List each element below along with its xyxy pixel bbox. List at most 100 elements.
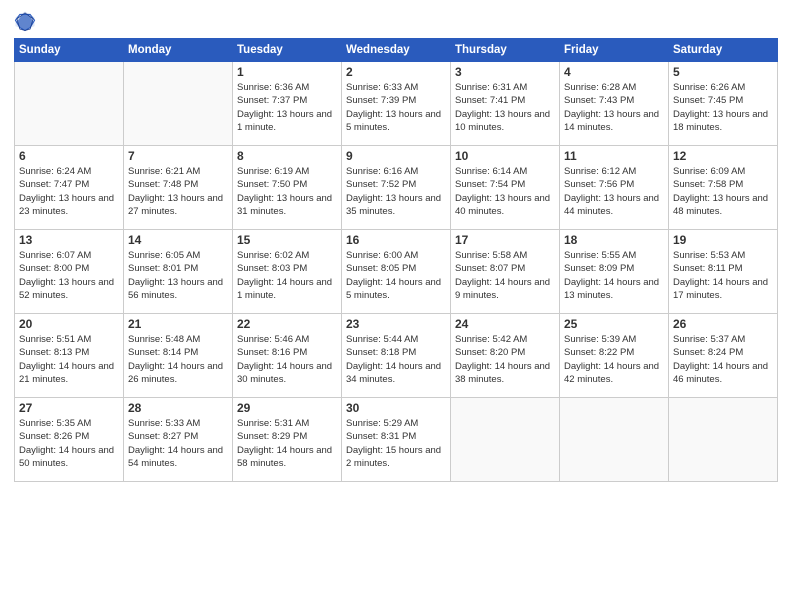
day-info: Sunrise: 6:33 AMSunset: 7:39 PMDaylight:…	[346, 81, 446, 134]
calendar-cell: 5 Sunrise: 6:26 AMSunset: 7:45 PMDaylight…	[669, 62, 778, 146]
day-info: Sunrise: 5:53 AMSunset: 8:11 PMDaylight:…	[673, 249, 773, 302]
day-number: 26	[673, 317, 773, 331]
calendar-week-row: 20 Sunrise: 5:51 AMSunset: 8:13 PMDayligh…	[15, 314, 778, 398]
day-number: 1	[237, 65, 337, 79]
day-number: 30	[346, 401, 446, 415]
day-info: Sunrise: 6:12 AMSunset: 7:56 PMDaylight:…	[564, 165, 664, 218]
day-info: Sunrise: 5:42 AMSunset: 8:20 PMDaylight:…	[455, 333, 555, 386]
calendar-cell: 15 Sunrise: 6:02 AMSunset: 8:03 PMDayligh…	[233, 230, 342, 314]
calendar-cell: 1 Sunrise: 6:36 AMSunset: 7:37 PMDaylight…	[233, 62, 342, 146]
calendar-cell: 29 Sunrise: 5:31 AMSunset: 8:29 PMDayligh…	[233, 398, 342, 482]
calendar-week-row: 1 Sunrise: 6:36 AMSunset: 7:37 PMDaylight…	[15, 62, 778, 146]
day-info: Sunrise: 5:35 AMSunset: 8:26 PMDaylight:…	[19, 417, 119, 470]
calendar-cell: 9 Sunrise: 6:16 AMSunset: 7:52 PMDaylight…	[342, 146, 451, 230]
day-info: Sunrise: 6:00 AMSunset: 8:05 PMDaylight:…	[346, 249, 446, 302]
day-number: 15	[237, 233, 337, 247]
calendar-cell: 26 Sunrise: 5:37 AMSunset: 8:24 PMDayligh…	[669, 314, 778, 398]
day-info: Sunrise: 6:24 AMSunset: 7:47 PMDaylight:…	[19, 165, 119, 218]
day-number: 22	[237, 317, 337, 331]
calendar-cell: 2 Sunrise: 6:33 AMSunset: 7:39 PMDaylight…	[342, 62, 451, 146]
calendar-header-sunday: Sunday	[15, 39, 124, 62]
calendar-cell	[124, 62, 233, 146]
calendar-cell: 4 Sunrise: 6:28 AMSunset: 7:43 PMDaylight…	[560, 62, 669, 146]
day-info: Sunrise: 5:33 AMSunset: 8:27 PMDaylight:…	[128, 417, 228, 470]
day-number: 29	[237, 401, 337, 415]
calendar-cell: 18 Sunrise: 5:55 AMSunset: 8:09 PMDayligh…	[560, 230, 669, 314]
logo-icon	[14, 10, 36, 32]
day-info: Sunrise: 6:36 AMSunset: 7:37 PMDaylight:…	[237, 81, 337, 134]
calendar-cell: 25 Sunrise: 5:39 AMSunset: 8:22 PMDayligh…	[560, 314, 669, 398]
day-info: Sunrise: 5:37 AMSunset: 8:24 PMDaylight:…	[673, 333, 773, 386]
calendar-header-tuesday: Tuesday	[233, 39, 342, 62]
day-number: 10	[455, 149, 555, 163]
calendar-cell: 3 Sunrise: 6:31 AMSunset: 7:41 PMDaylight…	[451, 62, 560, 146]
day-info: Sunrise: 6:16 AMSunset: 7:52 PMDaylight:…	[346, 165, 446, 218]
day-number: 11	[564, 149, 664, 163]
day-info: Sunrise: 5:48 AMSunset: 8:14 PMDaylight:…	[128, 333, 228, 386]
day-info: Sunrise: 5:31 AMSunset: 8:29 PMDaylight:…	[237, 417, 337, 470]
calendar-cell: 24 Sunrise: 5:42 AMSunset: 8:20 PMDayligh…	[451, 314, 560, 398]
page: SundayMondayTuesdayWednesdayThursdayFrid…	[0, 0, 792, 612]
day-info: Sunrise: 6:19 AMSunset: 7:50 PMDaylight:…	[237, 165, 337, 218]
day-number: 3	[455, 65, 555, 79]
day-info: Sunrise: 5:29 AMSunset: 8:31 PMDaylight:…	[346, 417, 446, 470]
calendar-cell: 20 Sunrise: 5:51 AMSunset: 8:13 PMDayligh…	[15, 314, 124, 398]
day-number: 24	[455, 317, 555, 331]
day-info: Sunrise: 6:05 AMSunset: 8:01 PMDaylight:…	[128, 249, 228, 302]
day-number: 27	[19, 401, 119, 415]
calendar-cell: 27 Sunrise: 5:35 AMSunset: 8:26 PMDayligh…	[15, 398, 124, 482]
calendar-cell: 16 Sunrise: 6:00 AMSunset: 8:05 PMDayligh…	[342, 230, 451, 314]
calendar-cell: 21Sunrise: 5:48 AMSunset: 8:14 PMDayligh…	[124, 314, 233, 398]
day-number: 9	[346, 149, 446, 163]
day-number: 8	[237, 149, 337, 163]
calendar-week-row: 27 Sunrise: 5:35 AMSunset: 8:26 PMDayligh…	[15, 398, 778, 482]
calendar-header-row: SundayMondayTuesdayWednesdayThursdayFrid…	[15, 39, 778, 62]
day-info: Sunrise: 5:55 AMSunset: 8:09 PMDaylight:…	[564, 249, 664, 302]
day-number: 23	[346, 317, 446, 331]
calendar-header-monday: Monday	[124, 39, 233, 62]
calendar-cell	[560, 398, 669, 482]
day-number: 28	[128, 401, 228, 415]
day-info: Sunrise: 6:07 AMSunset: 8:00 PMDaylight:…	[19, 249, 119, 302]
calendar-cell: 23 Sunrise: 5:44 AMSunset: 8:18 PMDayligh…	[342, 314, 451, 398]
calendar-cell: 7Sunrise: 6:21 AMSunset: 7:48 PMDaylight…	[124, 146, 233, 230]
day-number: 6	[19, 149, 119, 163]
calendar-cell: 14 Sunrise: 6:05 AMSunset: 8:01 PMDayligh…	[124, 230, 233, 314]
day-info: Sunrise: 6:28 AMSunset: 7:43 PMDaylight:…	[564, 81, 664, 134]
day-number: 25	[564, 317, 664, 331]
day-info: Sunrise: 6:26 AMSunset: 7:45 PMDaylight:…	[673, 81, 773, 134]
day-number: 16	[346, 233, 446, 247]
calendar-cell	[15, 62, 124, 146]
day-info: Sunrise: 6:09 AMSunset: 7:58 PMDaylight:…	[673, 165, 773, 218]
calendar-week-row: 6 Sunrise: 6:24 AMSunset: 7:47 PMDaylight…	[15, 146, 778, 230]
calendar-header-friday: Friday	[560, 39, 669, 62]
day-number: 18	[564, 233, 664, 247]
day-number: 12	[673, 149, 773, 163]
day-info: Sunrise: 5:44 AMSunset: 8:18 PMDaylight:…	[346, 333, 446, 386]
day-info: Sunrise: 5:51 AMSunset: 8:13 PMDaylight:…	[19, 333, 119, 386]
day-info: Sunrise: 6:02 AMSunset: 8:03 PMDaylight:…	[237, 249, 337, 302]
day-number: 4	[564, 65, 664, 79]
day-number: 20	[19, 317, 119, 331]
day-number: 14	[128, 233, 228, 247]
day-info: Sunrise: 6:21 AMSunset: 7:48 PMDaylight:…	[128, 165, 228, 218]
day-number: 5	[673, 65, 773, 79]
calendar-cell: 22 Sunrise: 5:46 AMSunset: 8:16 PMDayligh…	[233, 314, 342, 398]
calendar-cell: 13Sunrise: 6:07 AMSunset: 8:00 PMDayligh…	[15, 230, 124, 314]
logo	[14, 10, 40, 32]
day-number: 19	[673, 233, 773, 247]
calendar-cell: 10 Sunrise: 6:14 AMSunset: 7:54 PMDayligh…	[451, 146, 560, 230]
day-info: Sunrise: 5:46 AMSunset: 8:16 PMDaylight:…	[237, 333, 337, 386]
day-info: Sunrise: 6:14 AMSunset: 7:54 PMDaylight:…	[455, 165, 555, 218]
calendar-cell: 17 Sunrise: 5:58 AMSunset: 8:07 PMDayligh…	[451, 230, 560, 314]
calendar-cell: 8 Sunrise: 6:19 AMSunset: 7:50 PMDaylight…	[233, 146, 342, 230]
calendar-cell	[451, 398, 560, 482]
day-number: 17	[455, 233, 555, 247]
calendar-cell	[669, 398, 778, 482]
calendar-header-wednesday: Wednesday	[342, 39, 451, 62]
day-number: 2	[346, 65, 446, 79]
day-info: Sunrise: 5:39 AMSunset: 8:22 PMDaylight:…	[564, 333, 664, 386]
calendar-cell: 28 Sunrise: 5:33 AMSunset: 8:27 PMDayligh…	[124, 398, 233, 482]
day-info: Sunrise: 6:31 AMSunset: 7:41 PMDaylight:…	[455, 81, 555, 134]
day-info: Sunrise: 5:58 AMSunset: 8:07 PMDaylight:…	[455, 249, 555, 302]
